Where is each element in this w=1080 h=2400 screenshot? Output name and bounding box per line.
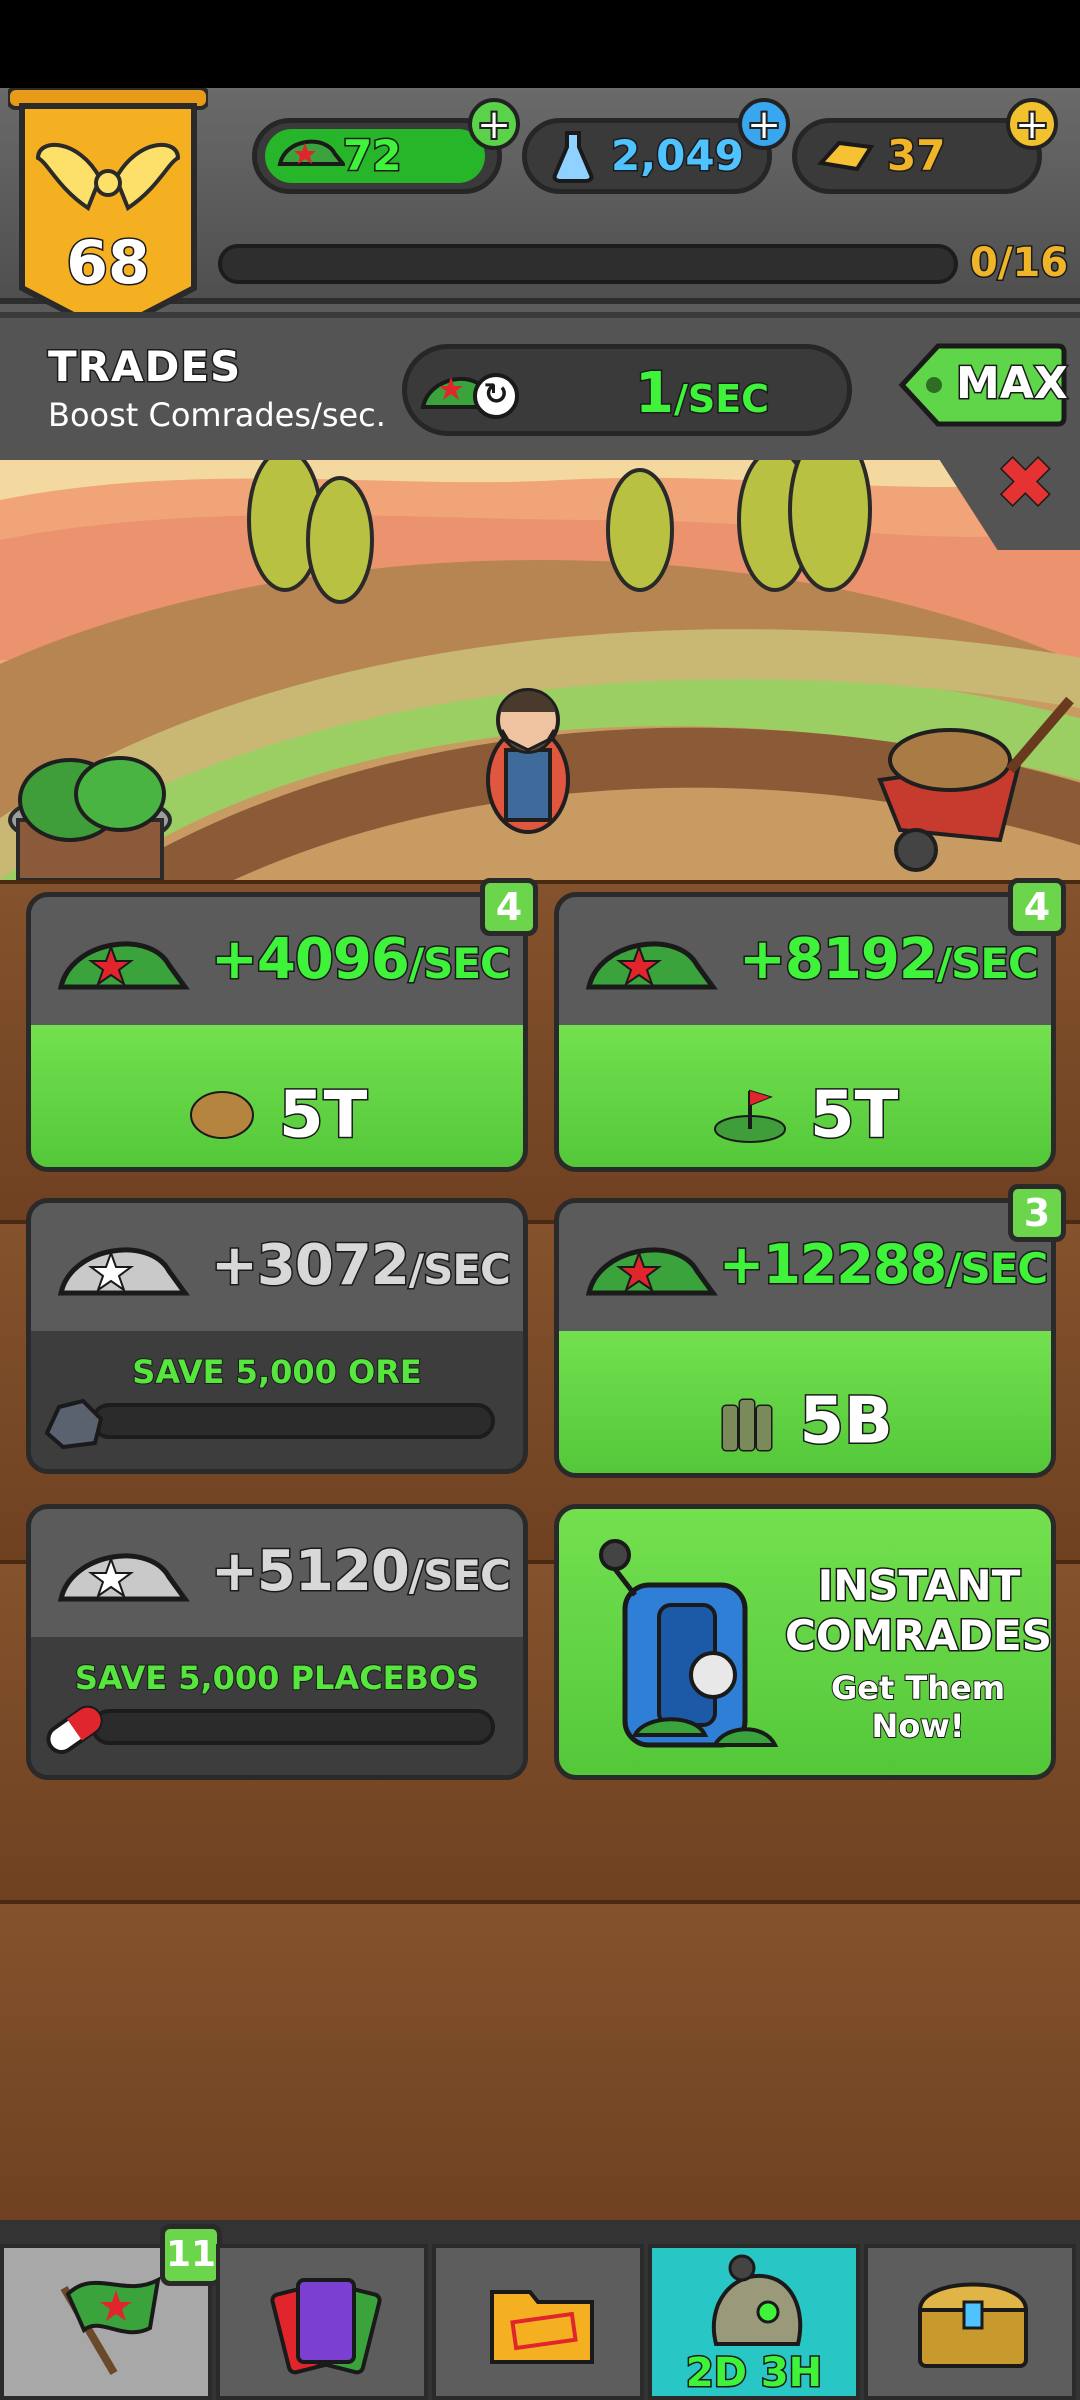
card-level-badge: 4 (480, 878, 538, 936)
card-rate-unit: /SEC (407, 1244, 512, 1296)
tab-shop[interactable] (864, 2244, 1076, 2400)
banner-shape (6, 86, 210, 337)
treasure-chest-icon (917, 2282, 1029, 2368)
card-rate-value: +8192 (738, 926, 940, 994)
level-progress-bar (218, 244, 958, 284)
tab-expedition[interactable]: 2D 3H (648, 2244, 860, 2400)
army-cap-icon (57, 941, 190, 990)
level-banner[interactable]: 68 (6, 86, 210, 338)
potato-icon (189, 1091, 254, 1140)
card-cost: 5T (559, 1075, 1051, 1154)
add-comrades-button[interactable]: + (468, 98, 520, 151)
card-rate-unit: /SEC (407, 938, 512, 990)
card-rate-value: +4096 (210, 926, 412, 994)
trade-card-2[interactable]: +8192/SEC 5T (554, 892, 1056, 1172)
gold-value: 37 (885, 130, 946, 182)
trades-tab-badge: 11 (160, 2224, 222, 2286)
tab-dossier[interactable] (432, 2244, 644, 2400)
trade-card-3[interactable]: +3072/SEC SAVE 5,000 ORE (26, 1198, 528, 1474)
card-rate: +4096/SEC (210, 926, 513, 994)
instant-comrades-promo[interactable]: INSTANT COMRADES! Get Them Now! (554, 1504, 1056, 1780)
card-rate: +12288/SEC (717, 1232, 1050, 1298)
folder-icon (490, 2290, 594, 2364)
promo-line2: COMRADES! (784, 1610, 1056, 1662)
gray-cap-icon (57, 1247, 190, 1296)
card-level-badge: 3 (1008, 1184, 1066, 1242)
science-counter[interactable]: 2,049 (522, 118, 772, 194)
promo-line1: INSTANT (816, 1560, 1022, 1612)
card-rate: +8192/SEC (738, 926, 1041, 994)
ore-icon (44, 1398, 104, 1450)
trades-subtitle: Boost Comrades/sec. (48, 396, 386, 434)
cards-icon (270, 2278, 382, 2375)
card-cost-value: 5B (798, 1383, 894, 1460)
level-progress-text: 0/16 (968, 239, 1069, 288)
comrade-machine-icon (599, 1539, 779, 1748)
pill-icon (46, 1705, 103, 1754)
tab-cards[interactable] (216, 2244, 428, 2400)
card-save-text: SAVE 5,000 ORE (131, 1352, 422, 1392)
promo-line3: Get Them Now! (830, 1668, 1006, 1746)
level-number: 68 (65, 227, 152, 300)
max-button[interactable]: MAX (898, 340, 1070, 430)
trade-rate-unit: /SEC (672, 376, 770, 423)
card-rate-value: +12288 (717, 1232, 948, 1298)
army-cap-icon (585, 941, 718, 990)
bottom-nav: 11 2D 3H (0, 2220, 1080, 2400)
card-cost-value: 5T (809, 1077, 900, 1154)
comrades-value: 72 (341, 130, 402, 182)
card-cost: 5T (31, 1075, 523, 1154)
card-rate-unit: /SEC (935, 938, 1040, 990)
card-save-progress (91, 1403, 495, 1439)
bullets-icon (721, 1398, 773, 1452)
trades-title: TRADES (46, 341, 242, 393)
robot-rock-icon (711, 2254, 803, 2346)
add-science-button[interactable]: + (738, 98, 790, 151)
trade-card-5[interactable]: +5120/SEC SAVE 5,000 PLACEBOS (26, 1504, 528, 1780)
gold-counter[interactable]: 37 (792, 118, 1042, 194)
card-level-badge: 4 (1008, 878, 1066, 936)
science-value: 2,049 (610, 130, 746, 182)
refresh-icon: ↻ (473, 373, 519, 419)
max-label: MAX (955, 357, 1070, 411)
card-rate-unit: /SEC (407, 1550, 512, 1602)
trade-card-4[interactable]: +12288/SEC 5B (554, 1198, 1056, 1478)
card-cost-value: 5T (278, 1077, 369, 1154)
army-cap-icon (277, 139, 345, 166)
land-flag-icon (713, 1090, 786, 1144)
card-rate-unit: /SEC (945, 1243, 1050, 1295)
card-rate-value: +5120 (210, 1538, 412, 1606)
trade-rate-value: 1/SEC (634, 360, 771, 428)
trade-rate-display: ↻ 1/SEC (402, 344, 852, 436)
expedition-timer: 2D 3H (684, 2349, 823, 2398)
card-save-text: SAVE 5,000 PLACEBOS (74, 1658, 480, 1698)
card-rate: +3072/SEC (210, 1232, 513, 1300)
flask-icon (552, 131, 594, 183)
farmer (486, 688, 570, 834)
close-icon[interactable]: ✖ (995, 447, 1057, 520)
card-rate: +5120/SEC (210, 1538, 513, 1606)
red-star-flag-icon (60, 2276, 161, 2376)
card-cost: 5B (559, 1381, 1051, 1460)
card-save-progress (91, 1709, 495, 1745)
gold-bars-icon (817, 140, 875, 172)
card-rate-value: +3072 (210, 1232, 412, 1300)
trade-rate-number: 1 (634, 360, 676, 428)
add-gold-button[interactable]: + (1006, 98, 1058, 151)
army-cap-icon (585, 1247, 718, 1296)
trade-card-1[interactable]: +4096/SEC 5T (26, 892, 528, 1172)
plant-pot (8, 756, 172, 882)
comrades-counter[interactable]: 72 (252, 118, 502, 194)
gray-cap-icon (57, 1553, 190, 1602)
